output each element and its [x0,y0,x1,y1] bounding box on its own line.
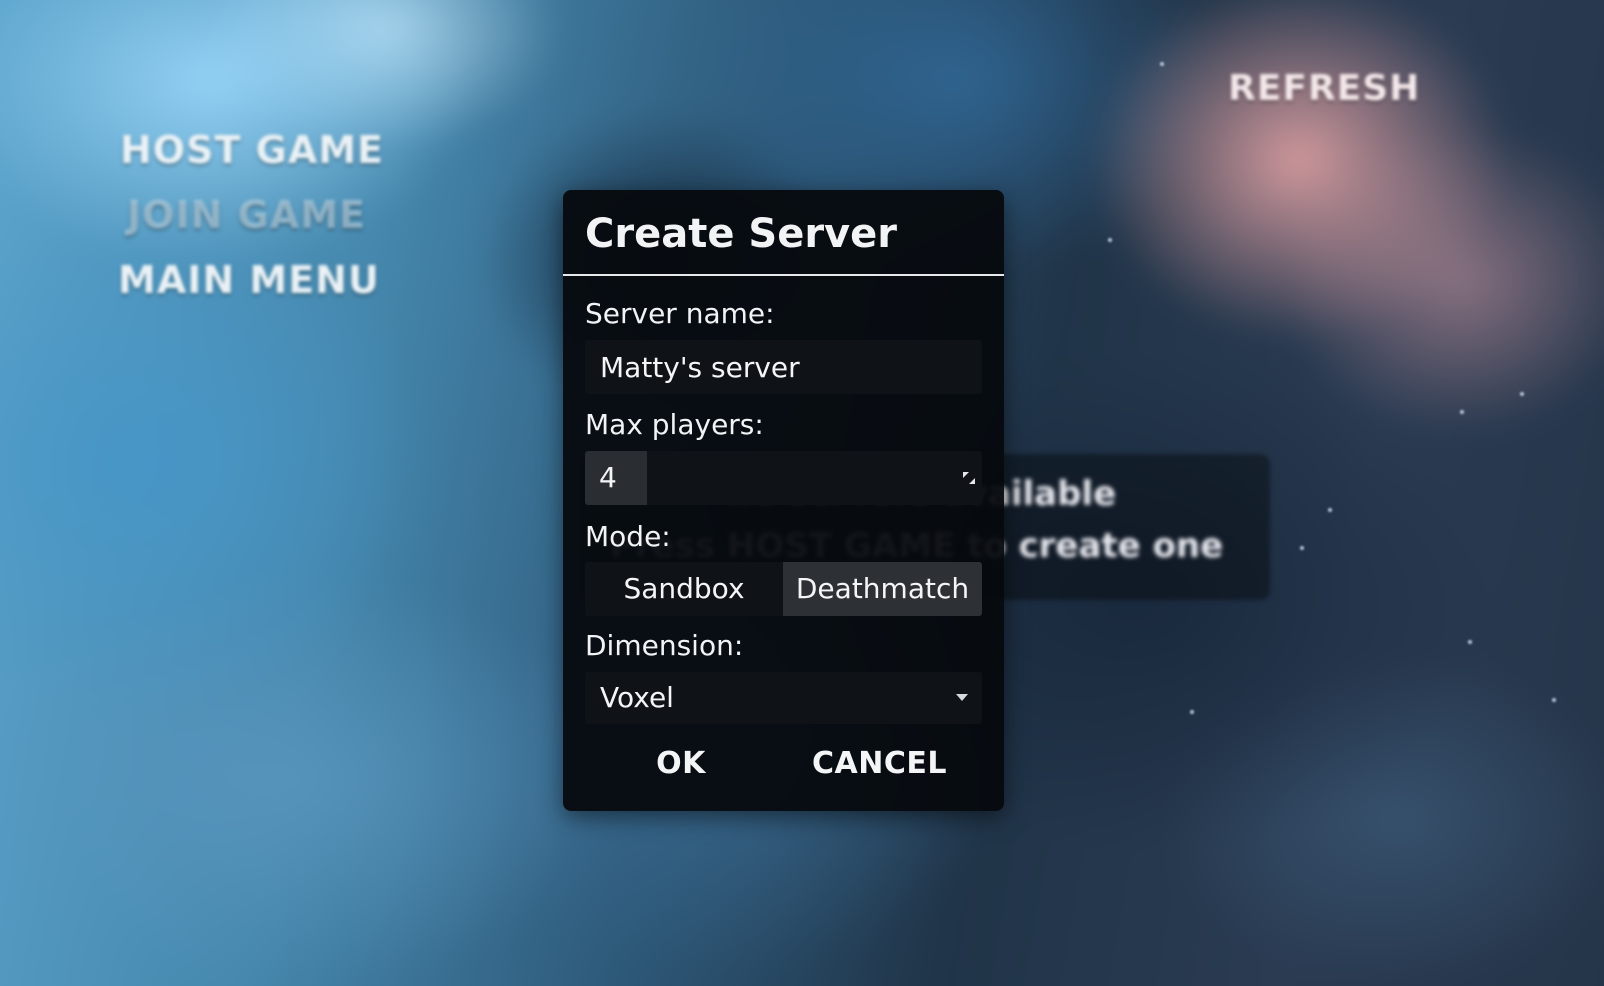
dimension-selected-value: Voxel [600,681,674,714]
star [1552,698,1556,702]
star [1108,238,1112,242]
title-divider [563,274,1004,276]
ok-button[interactable]: OK [585,738,777,790]
star [1190,710,1194,714]
dimension-label: Dimension: [585,629,744,662]
main-menu-button[interactable]: MAIN MENU [118,258,380,302]
refresh-button[interactable]: REFRESH [1228,68,1420,109]
mode-toggle-group: Sandbox Deathmatch [585,562,982,616]
server-name-field[interactable] [585,340,982,394]
resize-icon[interactable] [962,471,976,485]
mode-label: Mode: [585,520,671,553]
star [1460,410,1464,414]
max-players-spinbox[interactable]: 4 [585,451,982,505]
create-server-dialog: Create Server Server name: Max players: … [563,190,1004,811]
host-game-button[interactable]: HOST GAME [120,128,384,172]
dimension-dropdown[interactable]: Voxel [585,672,982,724]
star [1468,640,1472,644]
star [1300,546,1304,550]
max-players-value[interactable]: 4 [585,451,647,505]
cancel-button[interactable]: CANCEL [777,738,982,790]
star [1160,62,1164,66]
star [1520,392,1524,396]
mode-option-deathmatch[interactable]: Deathmatch [783,562,982,616]
game-screen: HOST GAME JOIN GAME MAIN MENU REFRESH No… [0,0,1604,986]
star [1328,508,1332,512]
chevron-down-icon [956,694,968,701]
server-name-label: Server name: [585,297,775,330]
dialog-title: Create Server [585,211,897,257]
mode-option-sandbox[interactable]: Sandbox [585,562,783,616]
join-game-button[interactable]: JOIN GAME [127,193,366,237]
max-players-label: Max players: [585,408,764,441]
